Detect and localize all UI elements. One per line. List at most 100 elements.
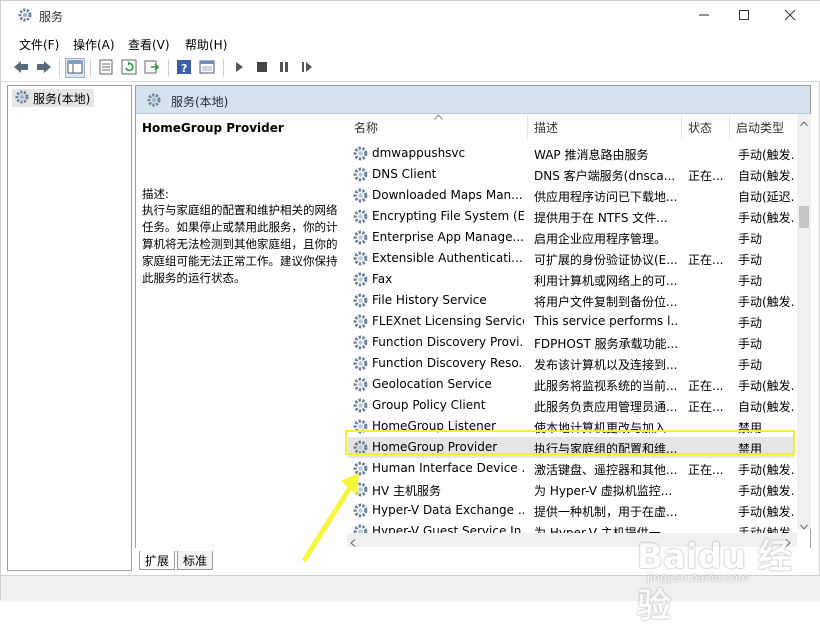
service-gear-icon (352, 229, 369, 246)
service-startup-type: 手动 (738, 274, 763, 288)
table-row[interactable]: Geolocation Service 此服务将监视系统的当前... 正在... 手动… (348, 374, 794, 395)
svg-text:?: ? (181, 62, 187, 75)
gear-icon (17, 7, 33, 23)
service-status: 正在... (688, 169, 724, 183)
start-service-button[interactable] (229, 58, 249, 78)
description-label: 描述: (142, 187, 169, 201)
services-window: 服务 文件(F) 操作(A) 查看(V) 帮助(H) ? 服务(本地) 服务(本… (0, 0, 820, 626)
table-row[interactable]: Function Discovery Reso... 发布该计算机以及连接到...… (348, 353, 794, 374)
pause-service-button[interactable] (274, 58, 294, 78)
scroll-up-icon[interactable] (800, 116, 808, 130)
table-row[interactable]: Human Interface Device ... 激活键盘、遥控器和其他...… (348, 458, 794, 479)
service-startup-type: 手动 (738, 253, 763, 267)
service-name: Hyper-V Data Exchange ... (372, 503, 524, 517)
watermark: Baidu 经验 jingyan.baidu.com (613, 529, 820, 626)
table-row[interactable]: HV 主机服务 为 Hyper-V 虚拟机监控... 手动(触发... (348, 479, 794, 500)
menu-action[interactable]: 操作(A) (73, 36, 115, 53)
table-row[interactable]: Hyper-V Data Exchange ... 提供一种机制，用于在虚... 手… (348, 500, 794, 521)
service-name: Downloaded Maps Man... (372, 188, 523, 202)
menu-view[interactable]: 查看(V) (128, 36, 170, 53)
watermark-url: jingyan.baidu.com (647, 571, 749, 584)
export-icon (144, 59, 160, 78)
service-name: HomeGroup Listener (372, 419, 497, 433)
service-gear-icon (352, 145, 369, 162)
service-name: dmwappushsvc (372, 146, 466, 160)
table-row[interactable]: File History Service 将用户文件复制到备份位... 手动(触发.… (348, 290, 794, 311)
column-header-label: 名称 (354, 120, 379, 135)
table-row[interactable]: Downloaded Maps Man... 供应用程序访问已下载地... 自动(延… (348, 185, 794, 206)
forward-button[interactable] (34, 58, 54, 78)
column-header-status[interactable]: 状态 (682, 115, 730, 139)
forward-arrow-icon (35, 59, 53, 78)
back-button[interactable] (11, 58, 31, 78)
service-description: 利用计算机或网络上的可... (534, 274, 678, 288)
column-header-name[interactable]: 名称 (348, 113, 528, 139)
table-row-selected[interactable]: HomeGroup Provider 执行与家庭组的配置和维... 禁用 (348, 437, 794, 458)
service-description: 可扩展的身份验证协议(E... (534, 253, 678, 267)
tree-item-label: 服务(本地) (33, 91, 91, 106)
table-row[interactable]: dmwappushsvc WAP 推消息路由服务 手动(触发... (348, 143, 794, 164)
menu-file[interactable]: 文件(F) (19, 36, 59, 53)
restart-service-button[interactable] (297, 58, 317, 78)
properties-button[interactable] (96, 58, 116, 78)
annotation-arrow (302, 473, 359, 562)
tab-extended[interactable]: 扩展 (139, 551, 176, 570)
service-description: 此服务将监视系统的当前... (534, 379, 678, 393)
tree-item-services-local[interactable]: 服务(本地) (12, 89, 95, 107)
service-startup-type: 手动(触发... (738, 463, 794, 477)
service-startup-type: 手动 (738, 316, 763, 330)
refresh-icon (121, 59, 137, 78)
service-startup-type: 手动(触发... (738, 295, 794, 309)
search-gear-icon (146, 92, 164, 111)
service-name: DNS Client (372, 167, 437, 181)
console-tree-button[interactable] (65, 58, 85, 78)
service-status: 正在... (688, 463, 724, 477)
scrollbar-thumb[interactable] (799, 206, 809, 228)
service-description: 执行与家庭组的配置和维... (534, 442, 678, 456)
refresh-button[interactable] (119, 58, 139, 78)
table-row[interactable]: Encrypting File System (E... 提供用于在 NTFS 文… (348, 206, 794, 227)
maximize-button[interactable] (721, 1, 767, 32)
service-name: Geolocation Service (372, 377, 492, 391)
service-startup-type: 自动(延迟... (738, 190, 794, 204)
service-gear-icon (352, 292, 369, 309)
table-row[interactable]: Extensible Authenticati... 可扩展的身份验证协议(E..… (348, 248, 794, 269)
menu-help[interactable]: 帮助(H) (185, 36, 227, 53)
service-name: FLEXnet Licensing Service (372, 314, 524, 328)
service-name: Encrypting File System (E... (372, 209, 524, 223)
service-gear-icon (352, 439, 369, 456)
table-row[interactable]: Function Discovery Provi... FDPHOST 服务承载功… (348, 332, 794, 353)
table-row[interactable]: Group Policy Client 此服务负责应用管理员通... 正在... 自动… (348, 395, 794, 416)
service-name: Human Interface Device ... (372, 461, 524, 475)
column-header-label: 描述 (534, 120, 559, 135)
tab-standard[interactable]: 标准 (177, 551, 214, 570)
service-description: 激活键盘、遥控器和其他... (534, 463, 678, 477)
export-button[interactable] (142, 58, 162, 78)
service-startup-type: 手动(触发... (738, 148, 794, 162)
service-name: Function Discovery Reso... (372, 356, 524, 370)
stop-service-button[interactable] (252, 58, 272, 78)
service-startup-type: 手动 (738, 337, 763, 351)
table-row[interactable]: HomeGroup Listener 使本地计算机更改与加入... 禁用 (348, 416, 794, 437)
close-button[interactable] (767, 1, 813, 32)
service-startup-type: 禁用 (738, 421, 763, 435)
service-startup-type: 自动(触发... (738, 400, 794, 414)
table-row[interactable]: FLEXnet Licensing Service This service pe… (348, 311, 794, 332)
sort-ascending-icon (434, 113, 443, 122)
column-header-startup[interactable]: 启动类型 (730, 115, 794, 139)
menu-bar: 文件(F) 操作(A) 查看(V) 帮助(H) (1, 32, 820, 54)
service-gear-icon (352, 376, 369, 393)
service-gear-icon (352, 397, 369, 414)
table-row[interactable]: Enterprise App Manage... 启用企业应用程序管理。 手动 (348, 227, 794, 248)
service-description: 提供一种机制，用于在虚... (534, 505, 678, 519)
service-gear-icon (352, 271, 369, 288)
table-row[interactable]: DNS Client DNS 客户端服务(dnsca... 正在... 自动(触发..… (348, 164, 794, 185)
console-tree: 服务(本地) (7, 85, 132, 571)
help-button[interactable]: ? (174, 58, 194, 78)
show-hide-button[interactable] (197, 58, 217, 78)
column-header-description[interactable]: 描述 (528, 115, 682, 139)
service-startup-type: 手动(触发... (738, 505, 794, 519)
toolbar-separator (59, 59, 60, 77)
vertical-scrollbar[interactable] (797, 114, 811, 530)
table-row[interactable]: Fax 利用计算机或网络上的可... 手动 (348, 269, 794, 290)
